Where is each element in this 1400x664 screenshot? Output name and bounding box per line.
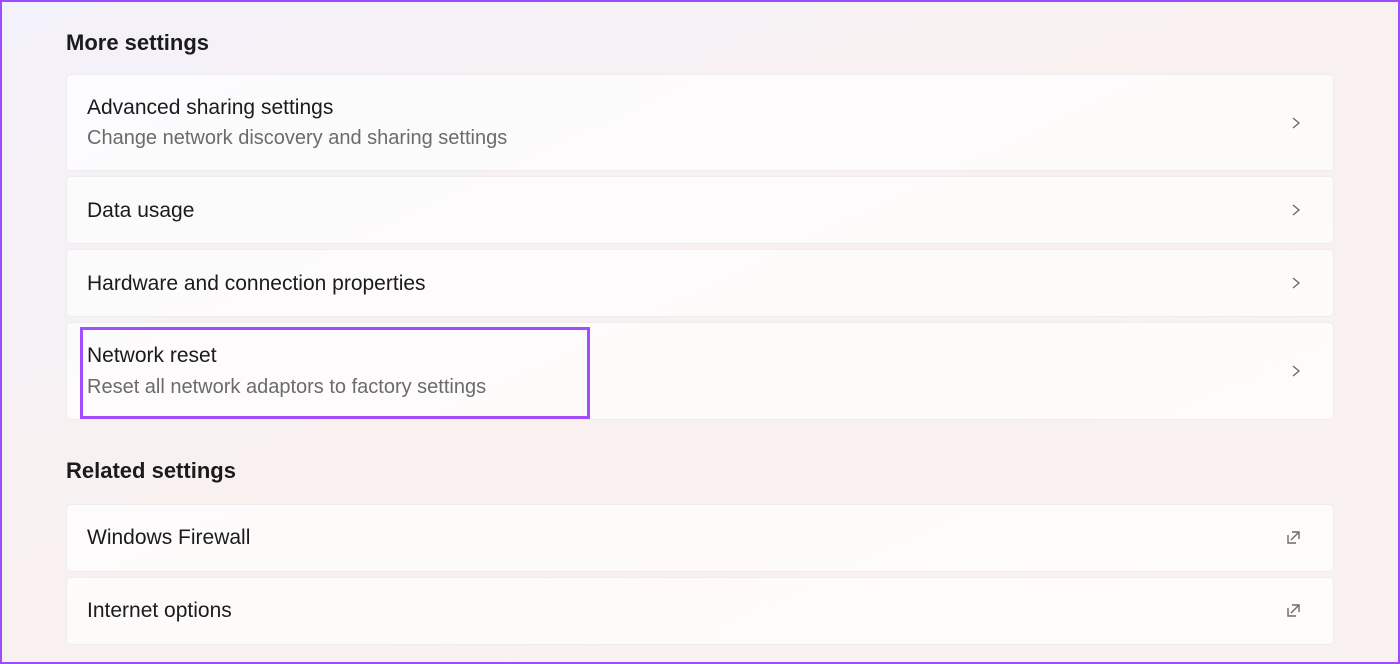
internet-options-item[interactable]: Internet options <box>66 577 1334 645</box>
chevron-right-icon <box>1289 364 1303 378</box>
item-title: Network reset <box>87 341 486 370</box>
item-subtitle: Change network discovery and sharing set… <box>87 124 507 152</box>
hardware-connection-properties-item[interactable]: Hardware and connection properties <box>66 249 1334 317</box>
item-title: Hardware and connection properties <box>87 269 426 298</box>
item-title: Advanced sharing settings <box>87 93 507 122</box>
item-title: Data usage <box>87 196 194 225</box>
related-settings-header: Related settings <box>66 458 1334 484</box>
external-link-icon <box>1285 602 1303 620</box>
external-link-icon <box>1285 529 1303 547</box>
chevron-right-icon <box>1289 276 1303 290</box>
more-settings-header: More settings <box>66 30 1334 56</box>
chevron-right-icon <box>1289 116 1303 130</box>
advanced-sharing-settings-item[interactable]: Advanced sharing settings Change network… <box>66 74 1334 171</box>
windows-firewall-item[interactable]: Windows Firewall <box>66 504 1334 572</box>
item-title: Internet options <box>87 596 232 625</box>
item-subtitle: Reset all network adaptors to factory se… <box>87 373 486 401</box>
item-title: Windows Firewall <box>87 523 250 552</box>
data-usage-item[interactable]: Data usage <box>66 176 1334 244</box>
network-reset-item[interactable]: Network reset Reset all network adaptors… <box>66 322 1334 419</box>
chevron-right-icon <box>1289 203 1303 217</box>
